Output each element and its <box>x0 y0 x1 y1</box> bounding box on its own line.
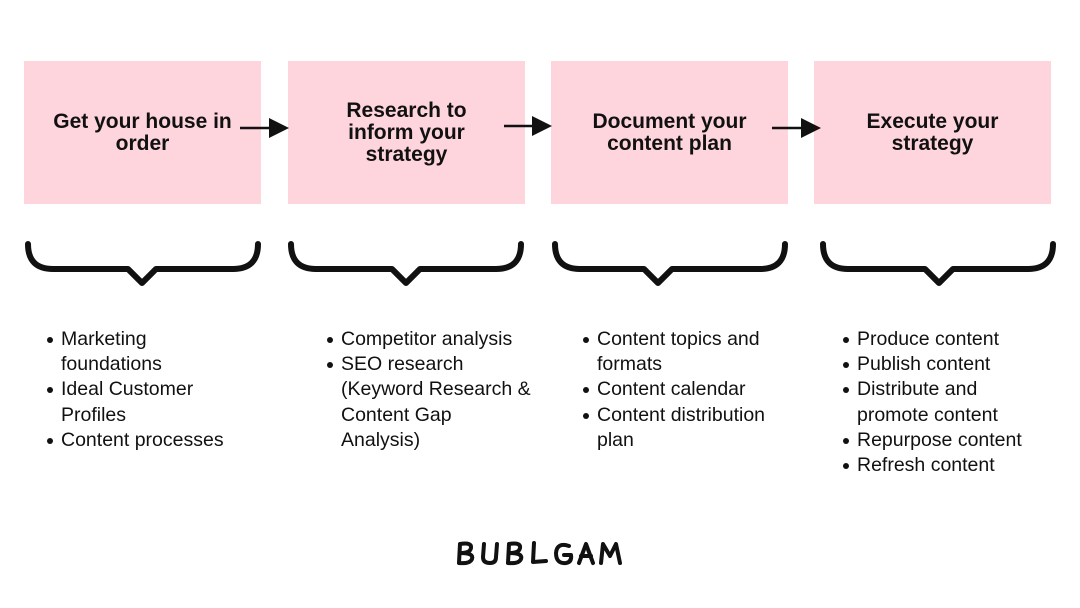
list-item: Competitor analysis <box>327 327 541 352</box>
list-item: Publish content <box>843 352 1067 377</box>
list-item: SEO research (Keyword Research & Content… <box>327 352 531 453</box>
brace-4 <box>820 241 1056 286</box>
list-item: Repurpose content <box>843 428 1067 453</box>
brace-3 <box>552 241 788 286</box>
connectors <box>25 116 1056 286</box>
list-item: Refresh content <box>843 453 1067 478</box>
step-list-4: Produce content Publish content Distribu… <box>843 327 1067 478</box>
list-item: Content topics and formats <box>583 327 777 377</box>
list-item: Marketing foundations <box>47 327 191 377</box>
step-list-3: Content topics and formats Content calen… <box>583 327 797 453</box>
list-item: Produce content <box>843 327 1067 352</box>
list-item: Content processes <box>47 428 271 453</box>
brace-2 <box>288 241 524 286</box>
list-item: Content distribution plan <box>583 403 782 453</box>
brace-1 <box>25 241 261 286</box>
list-item: Distribute and promote content <box>843 377 1017 427</box>
bublgam-logo <box>457 541 622 566</box>
list-item: Content calendar <box>583 377 797 402</box>
step-list-1: Marketing foundations Ideal Customer Pro… <box>47 327 271 453</box>
list-item: Ideal Customer Profiles <box>47 377 211 427</box>
step-list-2: Competitor analysis SEO research (Keywor… <box>327 327 541 453</box>
